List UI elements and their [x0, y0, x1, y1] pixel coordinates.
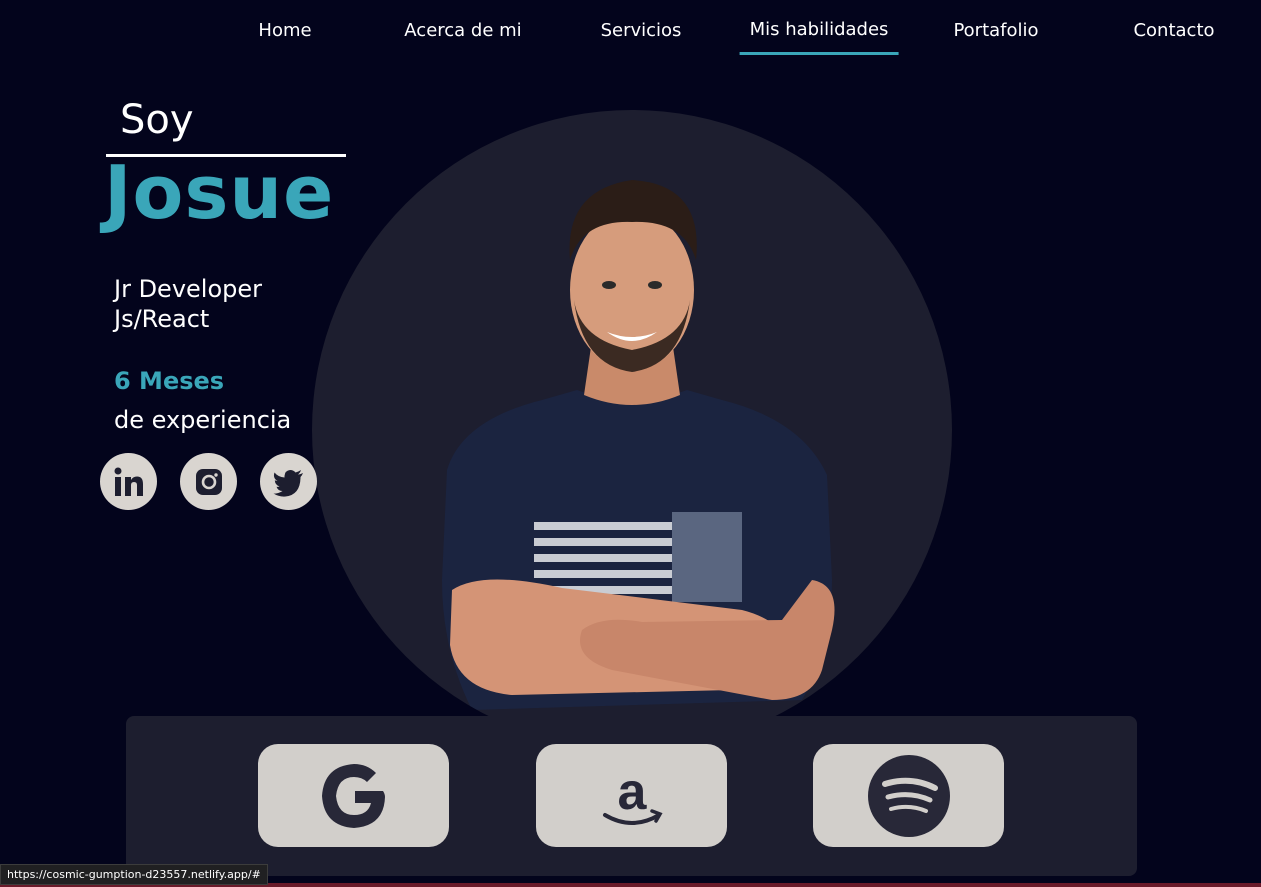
hero-name: Josue — [104, 150, 335, 236]
nav-portafolio[interactable]: Portafolio — [953, 20, 1038, 41]
amazon-card[interactable]: a — [536, 744, 727, 847]
profile-photo-frame — [312, 110, 952, 750]
google-icon — [321, 763, 385, 828]
instagram-icon — [195, 468, 222, 495]
intro-label: Soy — [120, 97, 194, 143]
profile-photo — [442, 180, 835, 710]
nav-contacto[interactable]: Contacto — [1133, 20, 1214, 41]
main-nav: Home Acerca de mi Servicios Mis habilida… — [0, 0, 1261, 64]
role-line-1: Jr Developer — [114, 275, 263, 303]
experience-value: 6 Meses — [114, 367, 225, 395]
nav-servicios[interactable]: Servicios — [601, 20, 682, 41]
nav-acerca-de-mi[interactable]: Acerca de mi — [404, 20, 521, 41]
status-bar-url: https://cosmic-gumption-d23557.netlify.a… — [0, 864, 268, 885]
spotify-card[interactable] — [813, 744, 1004, 847]
linkedin-link[interactable] — [100, 453, 157, 510]
spotify-icon — [867, 754, 950, 837]
instagram-link[interactable] — [180, 453, 237, 510]
clients-panel: a — [126, 716, 1137, 876]
experience-label: de experiencia — [114, 406, 292, 434]
linkedin-icon — [114, 467, 143, 496]
svg-text:a: a — [617, 763, 647, 821]
nav-mis-habilidades[interactable]: Mis habilidades — [739, 19, 899, 55]
nav-home[interactable]: Home — [258, 20, 311, 41]
twitter-icon — [273, 469, 303, 497]
amazon-icon: a — [602, 763, 663, 825]
hero-role: Jr Developer Js/React — [114, 274, 262, 334]
google-card[interactable] — [258, 744, 449, 847]
role-line-2: Js/React — [114, 305, 210, 333]
twitter-link[interactable] — [260, 453, 317, 510]
